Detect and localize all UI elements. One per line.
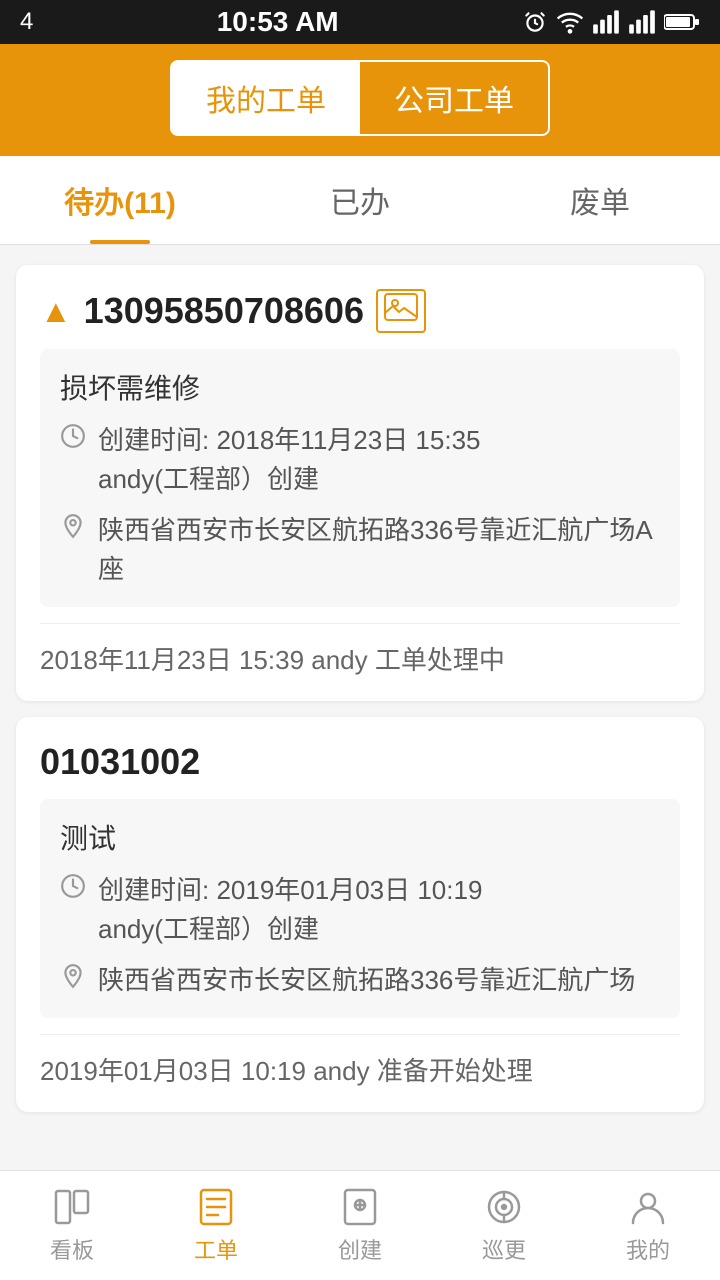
- nav-kanban-label: 看板: [50, 1233, 94, 1265]
- header: 我的工单 公司工单: [0, 44, 720, 156]
- nav-patrol[interactable]: 巡更: [432, 1171, 576, 1280]
- toggle-group[interactable]: 我的工单 公司工单: [170, 60, 550, 136]
- nav-patrol-label: 巡更: [482, 1233, 526, 1265]
- card-1-detail-box: 损坏需维修 创建时间: 2018年11月23日 15:35 andy(工程部）创…: [40, 349, 680, 607]
- card-1-address-row: 陕西省西安市长安区航拓路336号靠近汇航广场A座: [60, 511, 660, 589]
- status-bar-time: 10:53 AM: [217, 6, 339, 38]
- workorder-card-1[interactable]: ▲ 13095850708606 损坏需维修: [16, 265, 704, 701]
- card-1-detail-title: 损坏需维修: [60, 367, 660, 407]
- nav-create[interactable]: 创建: [288, 1171, 432, 1280]
- nav-workorder-label: 工单: [194, 1233, 238, 1265]
- wifi-icon: [556, 8, 584, 36]
- card-2-time-text: 创建时间: 2019年01月03日 10:19 andy(工程部）创建: [98, 871, 482, 949]
- clock-icon-2: [60, 873, 86, 906]
- card-2-detail-title: 测试: [60, 817, 660, 857]
- card-1-header: ▲ 13095850708606: [40, 289, 680, 333]
- location-icon-2: [60, 963, 86, 996]
- status-bar-icons: [522, 8, 700, 36]
- card-2-address-row: 陕西省西安市长安区航拓路336号靠近汇航广场: [60, 961, 660, 1000]
- image-icon: [376, 289, 426, 333]
- nav-profile[interactable]: 我的: [576, 1171, 720, 1280]
- status-bar: 4 10:53 AM: [0, 0, 720, 44]
- tab-cancelled[interactable]: 废单: [480, 156, 720, 244]
- card-1-footer: 2018年11月23日 15:39 andy 工单处理中: [40, 623, 680, 677]
- status-bar-left: 4: [20, 8, 33, 36]
- battery-icon: [664, 12, 700, 32]
- create-icon: [340, 1187, 380, 1227]
- card-2-footer: 2019年01月03日 10:19 andy 准备开始处理: [40, 1034, 680, 1088]
- nav-workorder[interactable]: 工单: [144, 1171, 288, 1280]
- card-1-time-text: 创建时间: 2018年11月23日 15:35 andy(工程部）创建: [98, 421, 481, 499]
- my-workorder-toggle[interactable]: 我的工单: [172, 62, 360, 134]
- tab-pending[interactable]: 待办(11): [0, 156, 240, 244]
- tab-done[interactable]: 已办: [240, 156, 480, 244]
- card-2-id: 01031002: [40, 741, 680, 783]
- location-icon-1: [60, 513, 86, 546]
- profile-icon: [628, 1187, 668, 1227]
- patrol-icon: [484, 1187, 524, 1227]
- clock-icon-1: [60, 423, 86, 456]
- signal-icon: [592, 9, 620, 35]
- card-2-time-row: 创建时间: 2019年01月03日 10:19 andy(工程部）创建: [60, 871, 660, 949]
- bottom-nav: 看板 工单 创建 巡更: [0, 1170, 720, 1280]
- card-2-detail-box: 测试 创建时间: 2019年01月03日 10:19 andy(工程部）创建: [40, 799, 680, 1018]
- warning-icon: ▲: [40, 293, 72, 330]
- workorder-icon: [196, 1187, 236, 1227]
- card-1-address-text: 陕西省西安市长安区航拓路336号靠近汇航广场A座: [98, 511, 660, 589]
- workorder-card-2[interactable]: 01031002 测试 创建时间: 2019年01月03日 10:19 andy…: [16, 717, 704, 1112]
- company-workorder-toggle[interactable]: 公司工单: [360, 62, 548, 134]
- tabs-bar: 待办(11) 已办 废单: [0, 156, 720, 245]
- nav-kanban[interactable]: 看板: [0, 1171, 144, 1280]
- signal2-icon: [628, 9, 656, 35]
- card-1-time-row: 创建时间: 2018年11月23日 15:35 andy(工程部）创建: [60, 421, 660, 499]
- card-2-address-text: 陕西省西安市长安区航拓路336号靠近汇航广场: [98, 961, 635, 1000]
- nav-create-label: 创建: [338, 1233, 382, 1265]
- kanban-icon: [52, 1187, 92, 1227]
- card-1-id: 13095850708606: [84, 290, 364, 332]
- content-area: ▲ 13095850708606 损坏需维修: [0, 245, 720, 1170]
- alarm-icon: [522, 9, 548, 35]
- nav-profile-label: 我的: [626, 1233, 670, 1265]
